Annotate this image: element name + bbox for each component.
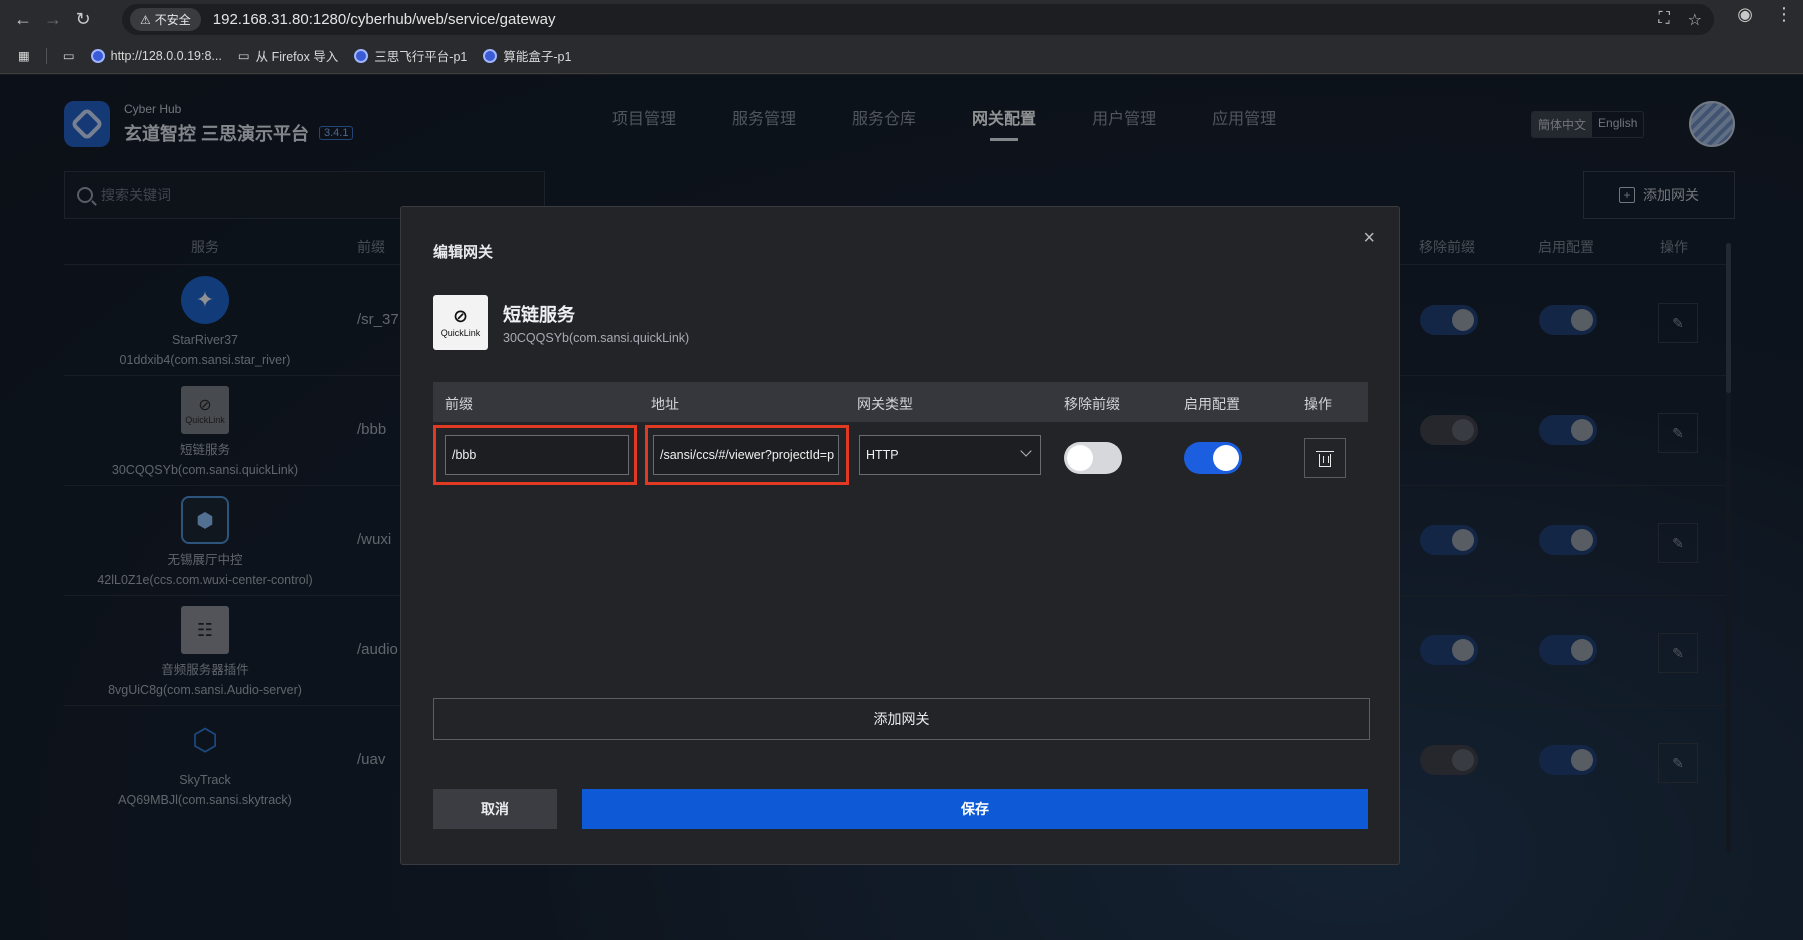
gateway-row: /bbb /sansi/ccs/#/viewer?projectId=p HTT… [433,422,1368,485]
address-bar[interactable]: ⚠ 不安全 192.168.31.80:1280/cyberhub/web/se… [122,4,1714,35]
url-text[interactable]: 192.168.31.80:1280/cyberhub/web/service/… [213,11,556,28]
enable-toggle[interactable] [1184,442,1242,474]
warning-icon: ⚠ [140,12,151,27]
service-id: 30CQQSYb(com.sansi.quickLink) [503,331,690,345]
folder-icon[interactable]: ▭ [63,48,75,63]
forward-icon[interactable]: → [38,4,68,34]
service-name: 短链服务 [503,305,575,325]
insecure-badge[interactable]: ⚠ 不安全 [130,8,201,31]
bookmark-1[interactable]: http://128.0.0.19:8... [90,48,222,63]
quicklink-logo: ⊘ QuickLink [433,295,488,350]
browser-toolbar: ← → ↻ ⚠ 不安全 192.168.31.80:1280/cyberhub/… [0,0,1803,38]
delete-button[interactable] [1304,438,1346,478]
back-icon[interactable]: ← [8,4,38,34]
bookmark-firefox-folder[interactable]: ▭ 从 Firefox 导入 [238,46,338,65]
apps-icon[interactable]: ▦ [18,48,30,63]
star-icon[interactable]: ☆ [1688,10,1702,30]
save-button[interactable]: 保存 [582,789,1368,829]
trash-icon [1316,450,1334,467]
profile-icon[interactable]: ◉ [1737,4,1753,25]
modal-title: 编辑网关 [433,244,494,261]
address-input[interactable]: /sansi/ccs/#/viewer?projectId=p [653,435,839,475]
bookmarks-bar: ▦ ▭ http://128.0.0.19:8... ▭ 从 Firefox 导入… [0,38,1803,74]
add-gateway-row-button[interactable]: 添加网关 [433,698,1370,740]
reload-icon[interactable]: ↻ [68,4,98,34]
bookmark-icon [483,48,498,63]
cancel-button[interactable]: 取消 [433,789,557,829]
edit-gateway-modal: 编辑网关 × ⊘ QuickLink 短链服务 30CQQSYb(com.san… [400,206,1400,865]
remove-prefix-toggle[interactable] [1064,442,1122,474]
chevron-down-icon [1020,445,1032,457]
prefix-input[interactable]: /bbb [445,435,629,475]
folder-icon: ▭ [237,49,250,63]
divider [45,47,47,64]
link-icon: ⊘ [452,306,469,326]
bookmark-icon [354,48,369,63]
menu-icon[interactable]: ⋮ [1775,4,1793,25]
gateway-table: 前缀 地址 网关类型 移除前缀 启用配置 操作 /bbb /sansi/ccs/… [433,382,1368,485]
bookmark-3[interactable]: 算能盒子-p1 [483,46,571,65]
gateway-type-select[interactable]: HTTP [859,435,1041,475]
translate-icon[interactable]: ⛶ [1658,10,1669,30]
gateway-table-header: 前缀 地址 网关类型 移除前缀 启用配置 操作 [433,382,1368,422]
bookmark-icon [90,48,105,63]
bookmark-2[interactable]: 三思飞行平台-p1 [354,46,467,65]
close-icon[interactable]: × [1363,227,1375,250]
